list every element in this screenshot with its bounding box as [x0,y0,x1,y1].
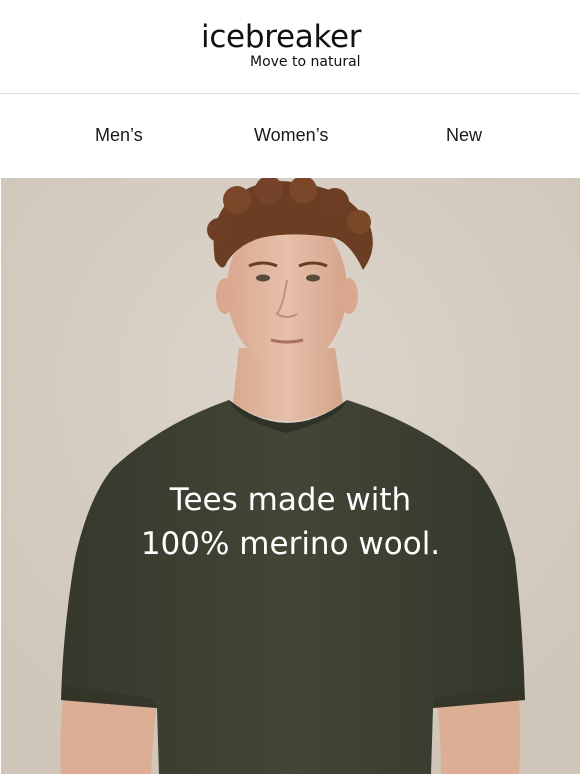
nav-link-new[interactable]: New [446,126,482,144]
nav-link-mens[interactable]: Men’s [95,126,143,144]
left-arm [60,698,158,774]
hero-image [1,178,580,774]
brand-tagline: Move to natural [250,54,361,70]
hero-headline-line-1: Tees made with [169,482,412,518]
hero-headline: Tees made with 100% merino wool. [1,478,580,566]
right-arm [437,696,520,774]
category-nav: Men’s Women’s New [0,94,580,178]
email-header: icebreaker Move to natural [0,0,580,93]
hero-banner[interactable]: Tees made with 100% merino wool. [1,178,580,774]
hero-headline-line-2: 100% merino wool. [140,526,441,562]
brand-logo[interactable]: icebreaker [201,22,362,53]
nav-link-womens[interactable]: Women’s [254,126,328,144]
